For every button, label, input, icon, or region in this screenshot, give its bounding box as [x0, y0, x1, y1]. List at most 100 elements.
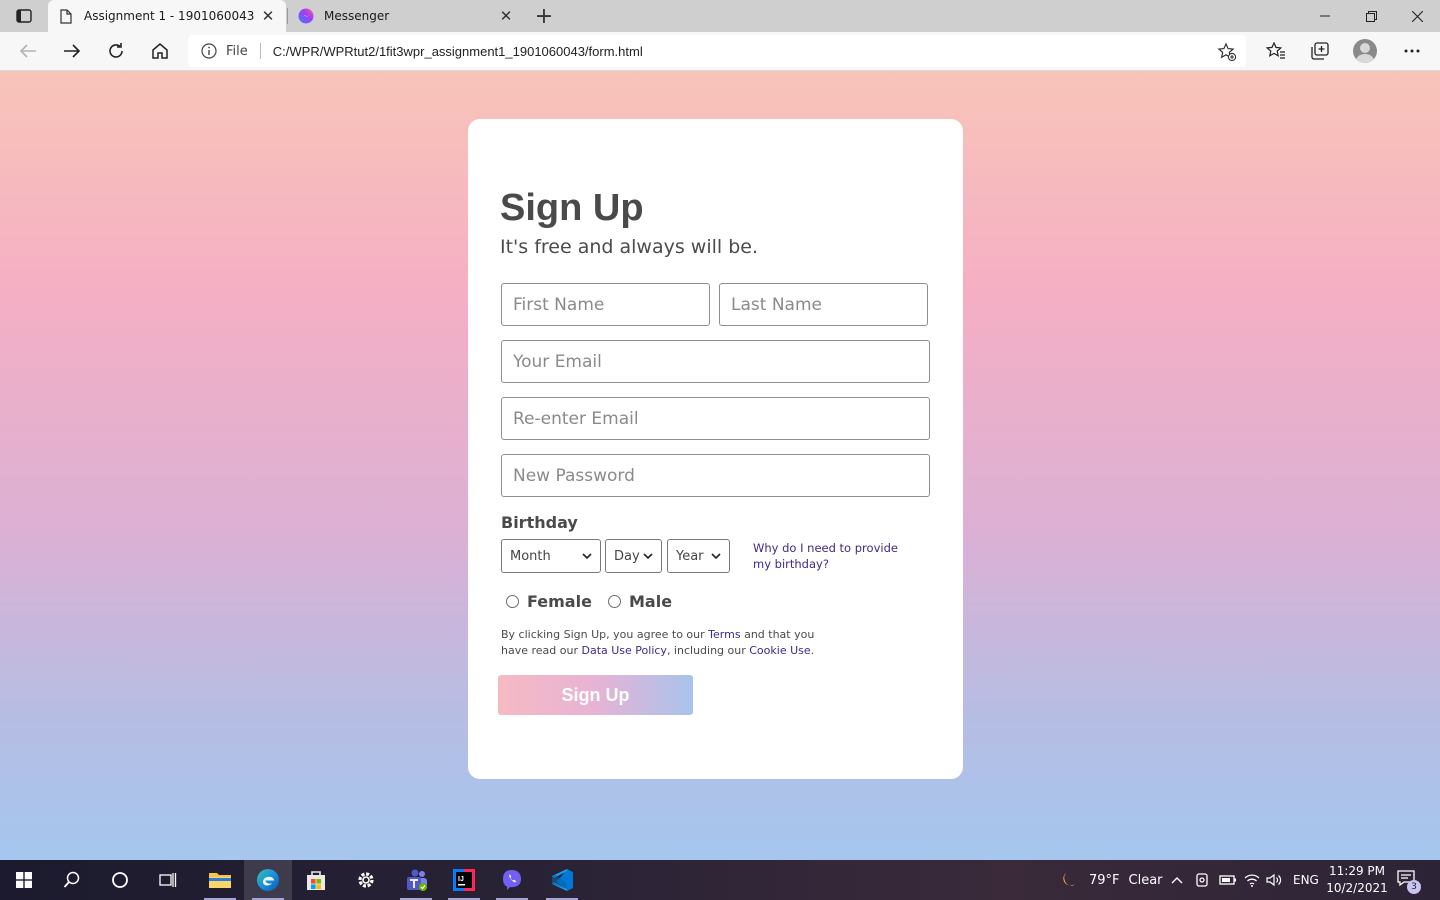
- birthday-month-select[interactable]: Month: [501, 539, 601, 573]
- settings-menu-button[interactable]: [1396, 36, 1428, 66]
- signup-card: Sign Up It's free and always will be. Fi…: [468, 119, 963, 779]
- gender-female-option[interactable]: Female: [506, 592, 592, 611]
- clock-time: 11:29 PM: [1329, 864, 1385, 878]
- forward-button[interactable]: [56, 36, 88, 66]
- last-name-field[interactable]: Last Name: [719, 283, 928, 326]
- last-name-placeholder: Last Name: [731, 294, 822, 315]
- cortana-icon: [112, 872, 128, 888]
- terms-text: .: [810, 644, 815, 657]
- reenter-email-placeholder: Re-enter Email: [513, 408, 639, 429]
- viber-icon: [503, 870, 521, 890]
- cookie-use-link[interactable]: Cookie Use: [749, 644, 810, 657]
- first-name-placeholder: First Name: [513, 294, 605, 315]
- terms-text: , including our: [666, 644, 750, 657]
- refresh-button[interactable]: [100, 36, 132, 66]
- task-view-button[interactable]: [144, 860, 192, 900]
- page-viewport: Sign Up It's free and always will be. Fi…: [0, 71, 1440, 860]
- new-tab-button[interactable]: +: [532, 4, 556, 29]
- action-center-button[interactable]: 3: [1396, 868, 1421, 894]
- email-field[interactable]: Your Email: [501, 340, 930, 383]
- svg-text:IJ: IJ: [458, 876, 464, 883]
- wifi-icon: [1244, 874, 1260, 887]
- store-bag-icon: [307, 871, 325, 890]
- battery-button[interactable]: [1219, 860, 1237, 900]
- viber-button[interactable]: [488, 860, 536, 900]
- home-icon: [152, 43, 168, 59]
- weather-widget[interactable]: 79°F Clear: [1058, 860, 1163, 900]
- data-use-policy-link[interactable]: Data Use Policy: [581, 644, 666, 657]
- volume-button[interactable]: [1266, 860, 1282, 900]
- teams-button[interactable]: [392, 860, 440, 900]
- male-radio[interactable]: [608, 595, 621, 608]
- clock[interactable]: 11:29 PM 10/2/2021: [1326, 863, 1388, 897]
- clock-date: 10/2/2021: [1326, 881, 1388, 895]
- collections-button[interactable]: [1304, 36, 1336, 66]
- minimize-button[interactable]: [1302, 0, 1348, 32]
- reenter-email-field[interactable]: Re-enter Email: [501, 397, 930, 440]
- input-language[interactable]: ENG: [1293, 860, 1319, 900]
- info-icon[interactable]: [200, 42, 218, 60]
- address-divider: [259, 43, 261, 59]
- birthday-year-select[interactable]: Year: [667, 539, 730, 573]
- address-bar[interactable]: File C:/WPR/WPRtut2/1fit3wpr_assignment1…: [188, 35, 1246, 67]
- moon-icon: [1058, 870, 1078, 890]
- weather-temp: 79°F: [1089, 872, 1120, 888]
- restore-button[interactable]: [1348, 0, 1394, 32]
- settings-button[interactable]: [342, 860, 390, 900]
- microsoft-store-button[interactable]: [292, 860, 340, 900]
- home-button[interactable]: [144, 36, 176, 66]
- file-explorer-button[interactable]: [196, 860, 244, 900]
- search-button[interactable]: [48, 860, 96, 900]
- taskbar: IJ 79°F Clear ENG 11:29 PM 10/2/2021 3: [0, 860, 1440, 900]
- document-icon: [58, 8, 74, 24]
- password-field[interactable]: New Password: [501, 454, 930, 497]
- search-icon: [63, 871, 80, 888]
- more-icon: [1404, 49, 1420, 53]
- first-name-field[interactable]: First Name: [501, 283, 710, 326]
- year-value: Year: [676, 548, 704, 564]
- close-window-button[interactable]: [1394, 0, 1440, 32]
- chevron-down-icon: [711, 550, 723, 562]
- signup-button[interactable]: Sign Up: [498, 675, 693, 715]
- why-birthday-link[interactable]: Why do I need to provide my birthday?: [753, 540, 903, 572]
- gender-male-option[interactable]: Male: [608, 592, 672, 611]
- collections-icon: [1311, 42, 1329, 60]
- weather-condition: Clear: [1128, 872, 1163, 888]
- back-button[interactable]: [12, 36, 44, 66]
- page-title: Sign Up: [500, 187, 644, 229]
- add-favorite-icon[interactable]: [1216, 41, 1238, 63]
- email-placeholder: Your Email: [513, 351, 602, 372]
- terms-link[interactable]: Terms: [708, 628, 740, 641]
- tab-strip: Assignment 1 - 1901060043 ✕ Messenger ✕ …: [0, 0, 1440, 32]
- tab-title: Assignment 1 - 1901060043: [84, 9, 255, 23]
- female-radio[interactable]: [506, 595, 519, 608]
- notification-badge: 3: [1407, 880, 1421, 894]
- url-text[interactable]: C:/WPR/WPRtut2/1fit3wpr_assignment1_1901…: [273, 44, 643, 59]
- tab-actions-button[interactable]: [8, 5, 40, 27]
- tab-title: Messenger: [324, 9, 390, 23]
- edge-browser-button[interactable]: [244, 860, 292, 900]
- speaker-icon: [1266, 873, 1282, 887]
- favorites-button[interactable]: [1260, 36, 1292, 66]
- network-button[interactable]: [1244, 860, 1260, 900]
- close-tab-icon[interactable]: ✕: [494, 4, 518, 28]
- show-hidden-icons-button[interactable]: [1171, 860, 1183, 900]
- close-icon: [1411, 10, 1423, 22]
- tab-assignment[interactable]: Assignment 1 - 1901060043 ✕: [48, 0, 286, 32]
- chevron-down-icon: [582, 550, 594, 562]
- battery-icon: [1219, 875, 1236, 885]
- birthday-day-select[interactable]: Day: [605, 539, 662, 573]
- vscode-button[interactable]: [538, 860, 586, 900]
- intellij-button[interactable]: IJ: [440, 860, 488, 900]
- refresh-icon: [109, 43, 123, 58]
- month-value: Month: [510, 548, 551, 564]
- cortana-button[interactable]: [96, 860, 144, 900]
- chevron-down-icon: [643, 550, 655, 562]
- minimize-icon: [1320, 15, 1330, 17]
- tab-messenger[interactable]: Messenger ✕: [288, 0, 524, 32]
- meet-now-button[interactable]: [1196, 860, 1210, 900]
- start-button[interactable]: [0, 860, 48, 900]
- female-label: Female: [527, 592, 592, 611]
- close-tab-icon[interactable]: ✕: [256, 4, 280, 28]
- profile-avatar[interactable]: [1353, 39, 1377, 63]
